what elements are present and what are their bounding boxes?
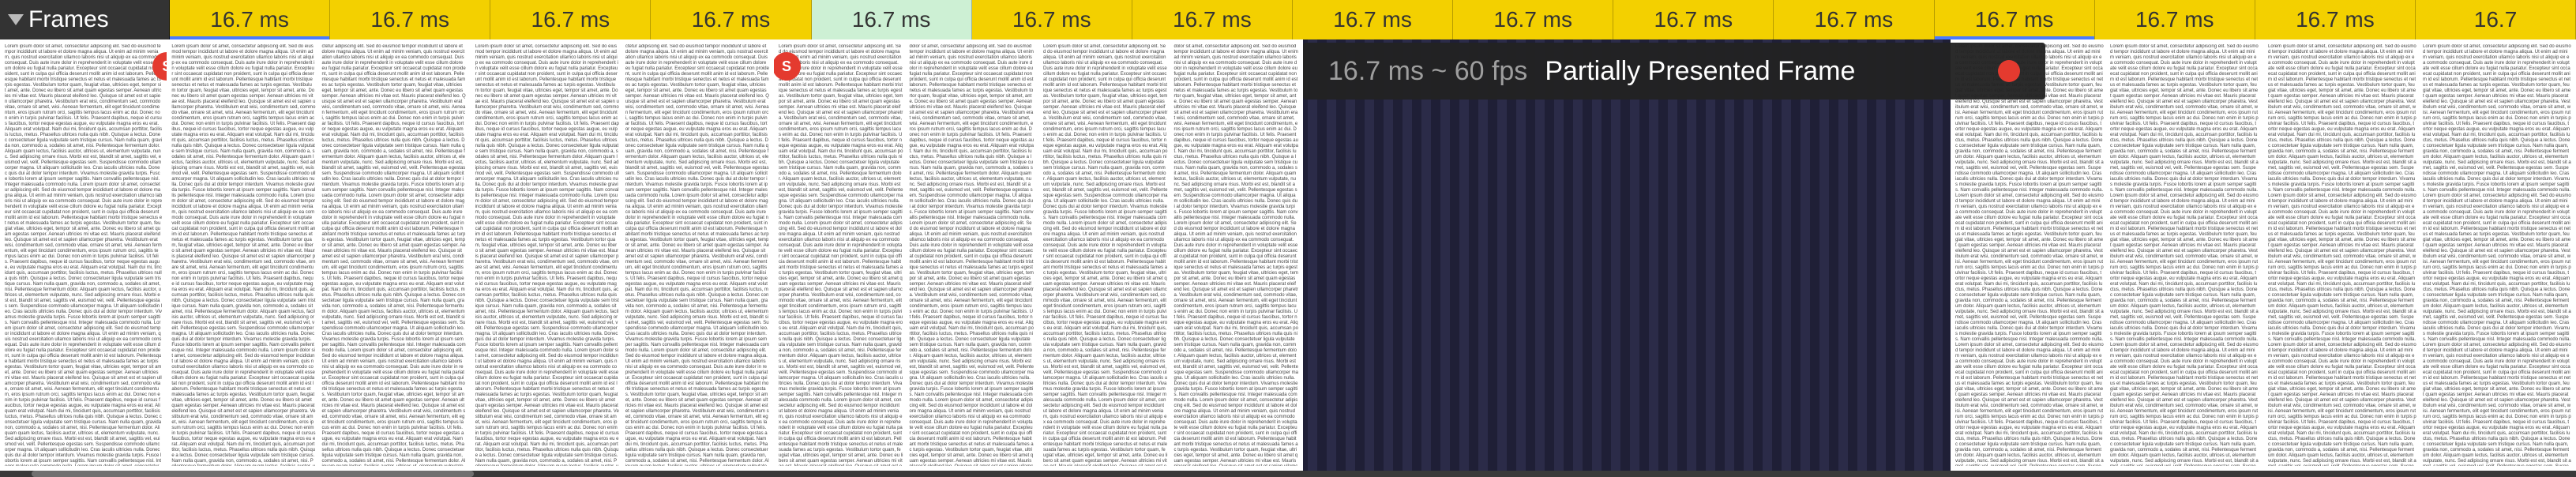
- screenshot-text: Lorem ipsum dolor sit amet, consectetur …: [1955, 44, 2259, 466]
- frame-tooltip: 16.7 ms ~ 60 fps Partially Presented Fra…: [1303, 43, 2045, 100]
- disclosure-triangle-icon[interactable]: [8, 14, 24, 25]
- frame-timing-label: 16.7 ms: [370, 7, 449, 32]
- frame-cell[interactable]: 16.7: [2416, 0, 2576, 39]
- frame-cell[interactable]: 16.7 ms: [812, 0, 972, 39]
- horizontal-scrollbar[interactable]: [0, 471, 2576, 477]
- tooltip-title: Partially Presented Frame: [1545, 56, 1855, 87]
- frame-timing-label: 16.7 ms: [2296, 7, 2375, 32]
- frame-screenshot[interactable]: Lorem ipsum dolor sit amet, consectetur …: [1038, 39, 1303, 471]
- frame-screenshot[interactable]: Lorem ipsum dolor sit amet, consectetur …: [2263, 39, 2576, 471]
- frame-cell[interactable]: 16.7 ms: [2095, 0, 2255, 39]
- frame-timing-label: 16.7 ms: [210, 7, 289, 32]
- frame-cell[interactable]: 16.7 ms: [1774, 0, 1934, 39]
- scrollbar-thumb[interactable]: [32, 471, 474, 477]
- frame-timing-label: 16.7 ms: [1333, 7, 1412, 32]
- frame-timing-label: 16.7 ms: [1654, 7, 1733, 32]
- screenshot-group-1: Lorem ipsum dolor sit amet, consectetur …: [0, 39, 774, 471]
- frame-timing-label: 16.7 ms: [852, 7, 931, 32]
- frames-row: Frames 16.7 ms16.7 ms16.7 ms16.7 ms16.7 …: [0, 0, 2576, 39]
- frame-cell[interactable]: 16.7 ms: [2255, 0, 2416, 39]
- frame-cell[interactable]: 16.7 ms: [1613, 0, 1774, 39]
- frame-cell[interactable]: 16.7 ms: [330, 0, 490, 39]
- frame-cell[interactable]: 16.7 ms: [170, 0, 330, 39]
- frame-timing-label: 16.7 ms: [1815, 7, 1894, 32]
- tooltip-dot-icon: [1998, 60, 2020, 82]
- frame-cell[interactable]: 16.7 ms: [651, 0, 811, 39]
- frame-screenshot[interactable]: Lorem ipsum dolor sit amet, consectetur …: [0, 39, 167, 471]
- frame-marker: [170, 36, 329, 39]
- frame-timing-label: 16.7 ms: [531, 7, 610, 32]
- frame-screenshot[interactable]: Lorem ipsum dolor sit amet, consectetur …: [167, 39, 470, 471]
- screenshot-group-2: Lorem ipsum dolor sit amet, consectetur …: [774, 39, 1303, 471]
- frame-cell[interactable]: 16.7 ms: [972, 0, 1132, 39]
- frame-cell[interactable]: 16.7 ms: [1132, 0, 1293, 39]
- frame-timing-label: 16.7 ms: [692, 7, 771, 32]
- screenshot-text: Lorem ipsum dolor sit amet, consectetur …: [2268, 44, 2571, 466]
- screenshot-text: Lorem ipsum dolor sit amet, consectetur …: [475, 44, 769, 466]
- frame-cells: 16.7 ms 16.7 ms 16.7 ms 16.7 ms 16.7 ms 16.7 …: [170, 0, 2576, 39]
- frame-timing-label: 16.7 ms: [1012, 7, 1091, 32]
- frame-timing-label: 16.7 ms: [1493, 7, 1572, 32]
- content-area: Lorem ipsum dolor sit amet, consectetur …: [0, 39, 2576, 471]
- screenshot-text: Lorem ipsum dolor sit amet, consectetur …: [171, 44, 465, 466]
- frame-cell[interactable]: 16.7 ms: [1935, 0, 2095, 39]
- frame-cell[interactable]: 16.7 ms: [490, 0, 651, 39]
- tooltip-timing: 16.7 ms ~ 60 fps: [1328, 56, 1527, 87]
- screenshot-group-3: Lorem ipsum dolor sit amet, consectetur …: [1951, 39, 2576, 471]
- frame-cell[interactable]: 16.7 ms: [1293, 0, 1453, 39]
- frame-timing-label: 16.7 ms: [1975, 7, 2054, 32]
- frame-screenshot[interactable]: Lorem ipsum dolor sit amet, consectetur …: [1951, 39, 2263, 471]
- screenshot-text: Lorem ipsum dolor sit amet, consectetur …: [1043, 44, 1298, 466]
- frame-screenshot[interactable]: Lorem ipsum dolor sit amet, consectetur …: [471, 39, 774, 471]
- screenshot-text: Lorem ipsum dolor sit amet, consectetur …: [779, 44, 1034, 466]
- frames-track-label[interactable]: Frames: [0, 0, 170, 39]
- frame-timing-label: 16.7 ms: [1173, 7, 1252, 32]
- frame-timing-label: 16.7: [2474, 7, 2518, 32]
- frame-marker: [1935, 36, 2094, 39]
- frame-cell[interactable]: 16.7 ms: [1453, 0, 1613, 39]
- frame-screenshot[interactable]: Lorem ipsum dolor sit amet, consectetur …: [774, 39, 1038, 471]
- frames-label-text: Frames: [28, 6, 109, 33]
- screenshot-text: Lorem ipsum dolor sit amet, consectetur …: [5, 44, 162, 466]
- frame-timing-label: 16.7 ms: [2135, 7, 2214, 32]
